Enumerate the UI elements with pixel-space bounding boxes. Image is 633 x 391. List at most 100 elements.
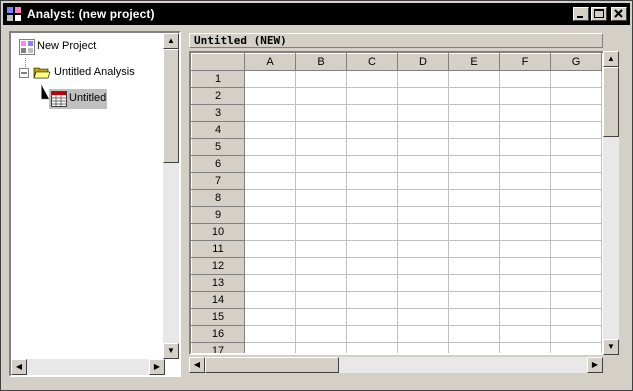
grid-cell[interactable] <box>448 291 500 309</box>
row-header[interactable]: 6 <box>191 155 245 173</box>
grid-cell[interactable] <box>448 70 500 88</box>
tree-vertical-scrollbar[interactable]: ▲ ▼ <box>163 33 179 359</box>
grid-cell[interactable] <box>346 257 398 275</box>
grid-cell[interactable] <box>346 342 398 353</box>
grid-cell[interactable] <box>397 257 449 275</box>
grid-cell[interactable] <box>448 240 500 258</box>
grid-cell[interactable] <box>295 70 347 88</box>
grid-cell[interactable] <box>295 206 347 224</box>
grid-cell[interactable] <box>244 155 296 173</box>
spreadsheet-table[interactable]: ABCDEFG 1 2 3 4 5 6 7 8 9 10 11 12 13 14 15 16 17 <box>191 53 602 353</box>
grid-cell[interactable] <box>346 138 398 156</box>
grid-cell[interactable] <box>295 189 347 207</box>
grid-cell[interactable] <box>397 189 449 207</box>
scroll-down-button[interactable]: ▼ <box>603 339 619 355</box>
collapse-toggle-icon[interactable] <box>19 68 29 78</box>
grid-cell[interactable] <box>499 189 551 207</box>
row-header[interactable]: 3 <box>191 104 245 122</box>
column-header[interactable]: G <box>550 53 602 71</box>
grid-cell[interactable] <box>346 121 398 139</box>
grid-cell[interactable] <box>448 155 500 173</box>
grid-cell[interactable] <box>550 70 602 88</box>
grid-cell[interactable] <box>244 172 296 190</box>
grid-cell[interactable] <box>550 87 602 105</box>
scroll-thumb[interactable] <box>603 67 619 137</box>
maximize-button[interactable] <box>591 7 607 21</box>
grid-cell[interactable] <box>499 155 551 173</box>
grid-cell[interactable] <box>244 223 296 241</box>
title-bar[interactable]: Analyst: (new project) <box>3 3 630 25</box>
row-header[interactable]: 2 <box>191 87 245 105</box>
column-header[interactable]: C <box>346 53 398 71</box>
scroll-thumb[interactable] <box>205 357 339 373</box>
row-header[interactable]: 9 <box>191 206 245 224</box>
minimize-button[interactable] <box>573 7 589 21</box>
grid-cell[interactable] <box>550 223 602 241</box>
grid-cell[interactable] <box>346 291 398 309</box>
grid-cell[interactable] <box>244 189 296 207</box>
row-header[interactable]: 8 <box>191 189 245 207</box>
grid-cell[interactable] <box>295 240 347 258</box>
column-header[interactable]: F <box>499 53 551 71</box>
grid-cell[interactable] <box>550 342 602 353</box>
grid-cell[interactable] <box>244 240 296 258</box>
grid-cell[interactable] <box>448 121 500 139</box>
grid-cell[interactable] <box>295 274 347 292</box>
grid-cell[interactable] <box>244 138 296 156</box>
grid-cell[interactable] <box>448 138 500 156</box>
grid-cell[interactable] <box>448 206 500 224</box>
grid-cell[interactable] <box>295 87 347 105</box>
grid-cell[interactable] <box>346 240 398 258</box>
grid-cell[interactable] <box>244 257 296 275</box>
grid-cell[interactable] <box>499 325 551 343</box>
grid-cell[interactable] <box>550 121 602 139</box>
grid-cell[interactable] <box>346 325 398 343</box>
grid-cell[interactable] <box>499 172 551 190</box>
scroll-right-button[interactable]: ▶ <box>587 357 603 373</box>
grid-cell[interactable] <box>244 70 296 88</box>
grid-cell[interactable] <box>448 308 500 326</box>
scroll-left-button[interactable]: ◀ <box>189 357 205 373</box>
grid-cell[interactable] <box>397 342 449 353</box>
grid-cell[interactable] <box>499 87 551 105</box>
grid-cell[interactable] <box>295 121 347 139</box>
grid-cell[interactable] <box>244 291 296 309</box>
grid-cell[interactable] <box>499 308 551 326</box>
grid-cell[interactable] <box>346 172 398 190</box>
grid-cell[interactable] <box>244 121 296 139</box>
row-header[interactable]: 17 <box>191 342 245 353</box>
grid-cell[interactable] <box>550 104 602 122</box>
grid-cell[interactable] <box>244 87 296 105</box>
grid-cell[interactable] <box>499 342 551 353</box>
grid-cell[interactable] <box>499 104 551 122</box>
row-header[interactable]: 15 <box>191 308 245 326</box>
row-header[interactable]: 1 <box>191 70 245 88</box>
row-header[interactable]: 12 <box>191 257 245 275</box>
grid-cell[interactable] <box>295 104 347 122</box>
grid-cell[interactable] <box>499 70 551 88</box>
grid-cell[interactable] <box>448 274 500 292</box>
grid-corner[interactable] <box>191 53 245 71</box>
grid-cell[interactable] <box>499 223 551 241</box>
grid-cell[interactable] <box>397 87 449 105</box>
scroll-up-button[interactable]: ▲ <box>603 51 619 67</box>
grid-cell[interactable] <box>295 155 347 173</box>
grid-cell[interactable] <box>550 240 602 258</box>
grid-cell[interactable] <box>295 308 347 326</box>
grid-cell[interactable] <box>295 257 347 275</box>
grid-cell[interactable] <box>346 223 398 241</box>
grid-cell[interactable] <box>397 240 449 258</box>
column-header[interactable]: A <box>244 53 296 71</box>
grid-cell[interactable] <box>346 274 398 292</box>
grid-cell[interactable] <box>295 291 347 309</box>
tree-horizontal-scrollbar[interactable]: ◀ ▶ <box>11 359 165 375</box>
tree-item-untitled[interactable]: Untitled <box>49 89 107 109</box>
grid-cell[interactable] <box>295 325 347 343</box>
grid-cell[interactable] <box>550 257 602 275</box>
grid-cell[interactable] <box>244 325 296 343</box>
grid-cell[interactable] <box>499 257 551 275</box>
row-header[interactable]: 5 <box>191 138 245 156</box>
grid-cell[interactable] <box>397 104 449 122</box>
grid-cell[interactable] <box>397 70 449 88</box>
scroll-thumb[interactable] <box>163 49 179 163</box>
